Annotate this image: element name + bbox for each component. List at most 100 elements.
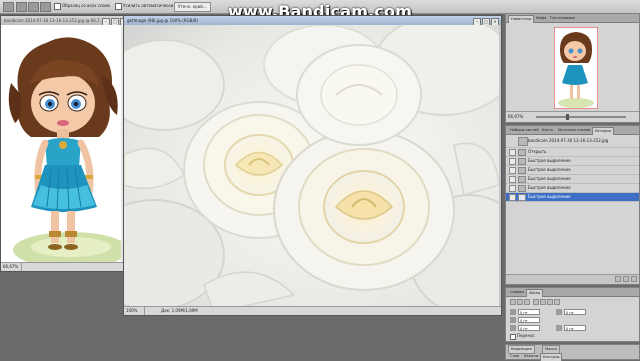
new-selection-icon[interactable]: [16, 2, 27, 12]
history-brush-source-icon[interactable]: [509, 176, 516, 183]
tab-history[interactable]: История: [592, 127, 614, 135]
history-item[interactable]: Открыть: [506, 148, 639, 157]
doc-window-left[interactable]: bandicam 2014-07-30 13-16-13-252.jpg @ 6…: [0, 15, 131, 272]
history-snapshot-label: bandicam 2014-07-30 13-16-13-252.jpg: [528, 138, 609, 143]
history-item[interactable]: Быстрое выделение: [506, 157, 639, 166]
justify-center-icon[interactable]: [540, 299, 546, 305]
rose-canvas[interactable]: [124, 25, 499, 306]
justify-all-icon[interactable]: [554, 299, 560, 305]
indent-left-field[interactable]: 0 пт: [518, 309, 540, 315]
maximize-icon[interactable]: □: [482, 18, 490, 25]
history-brush-source-icon[interactable]: [509, 185, 516, 192]
history-item[interactable]: Быстрое выделение: [506, 175, 639, 184]
quick-selection-icon: [518, 167, 526, 174]
doll-canvas[interactable]: [1, 25, 130, 263]
minimize-icon[interactable]: –: [102, 18, 110, 25]
doc-status-main: 100% Док: 1,09M/1,09M: [124, 306, 501, 315]
history-brush-source-icon[interactable]: [509, 149, 516, 156]
auto-enhance-checkbox[interactable]: [115, 3, 122, 10]
tab-histogram[interactable]: Гистограмма: [548, 15, 577, 22]
align-center-icon[interactable]: [517, 299, 523, 305]
quick-selection-icon: [518, 185, 526, 192]
navigator-panel: Навигатор Инфо Гистограмма 66,67%: [505, 13, 640, 123]
maximize-icon[interactable]: □: [111, 18, 119, 25]
snapshot-thumbnail-icon: [518, 137, 528, 146]
hyphenation-checkbox[interactable]: [510, 334, 516, 340]
navigator-zoom-value[interactable]: 66,67%: [508, 114, 523, 119]
doc-info-main: Док: 1,09M/1,09M: [161, 308, 198, 313]
history-item-label: Быстрое выделение: [528, 158, 571, 163]
align-right-icon[interactable]: [524, 299, 530, 305]
tab-paragraph[interactable]: Абзац: [526, 289, 544, 297]
minimize-icon[interactable]: –: [473, 18, 481, 25]
justify-right-icon[interactable]: [547, 299, 553, 305]
history-tabs: Наборы кистей Кисть Источник клонов Исто…: [506, 126, 639, 135]
refine-edge-button[interactable]: Уточн. край...: [174, 2, 211, 12]
new-document-icon[interactable]: [623, 276, 629, 282]
collapsed-panels: Коррекция Маски Слои Каналы Контуры: [505, 344, 640, 361]
history-item[interactable]: Быстрое выделение: [506, 193, 639, 202]
tab-brush-presets[interactable]: Наборы кистей: [508, 127, 541, 134]
history-item[interactable]: Быстрое выделение: [506, 184, 639, 193]
quick-selection-icon: [518, 176, 526, 183]
tab-brush[interactable]: Кисть: [540, 127, 555, 134]
quick-selection-icon: [518, 158, 526, 165]
window-controls-main: – □ ×: [472, 17, 499, 25]
first-line-indent-field[interactable]: 0 пт: [518, 317, 540, 323]
tab-info[interactable]: Инфо: [534, 15, 548, 22]
rose-image: [124, 25, 499, 306]
history-item-label: Быстрое выделение: [528, 185, 571, 190]
tab-character[interactable]: Символ: [508, 289, 526, 296]
doc-title-main-text: getImage (98).jpg @ 100% (RGB/8): [127, 18, 198, 23]
paragraph-panel: Символ Абзац 0 пт 0 пт 0 пт 0 пт 0 пт Пе…: [505, 287, 640, 342]
history-item-label: Быстрое выделение: [528, 176, 571, 181]
indent-left-icon: [510, 309, 516, 315]
align-left-icon[interactable]: [510, 299, 516, 305]
doc-info-left: [22, 264, 38, 269]
close-icon[interactable]: ×: [491, 18, 499, 25]
navigator-zoom-handle[interactable]: [566, 114, 569, 120]
space-after-field[interactable]: 0 пт: [564, 325, 586, 331]
sample-all-layers-label: Образец со всех слоев: [62, 3, 110, 8]
history-item-label: Быстрое выделение: [528, 194, 571, 199]
open-document-icon: [518, 149, 526, 156]
justify-left-icon[interactable]: [533, 299, 539, 305]
history-brush-source-icon[interactable]: [509, 167, 516, 174]
zoom-field-main[interactable]: 100%: [124, 307, 145, 315]
history-item-label: Открыть: [528, 149, 547, 154]
hyphenation-label: Перенос: [517, 333, 535, 338]
sample-all-layers-checkbox[interactable]: [54, 3, 61, 10]
tab-channels[interactable]: Каналы: [522, 353, 540, 360]
navigator-thumbnail[interactable]: [554, 27, 598, 109]
subtract-selection-icon[interactable]: [40, 2, 51, 12]
new-snapshot-icon[interactable]: [615, 276, 621, 282]
doc-status-left: 66,67%: [1, 262, 130, 271]
doc-window-main[interactable]: getImage (98).jpg @ 100% (RGB/8) – □ × 1…: [123, 15, 502, 316]
tab-navigator[interactable]: Навигатор: [508, 15, 535, 23]
quick-selection-tool-icon[interactable]: [3, 2, 14, 12]
history-brush-source-icon[interactable]: [509, 194, 516, 201]
auto-enhance-label: Усилить автоматически: [123, 3, 174, 8]
history-item[interactable]: Быстрое выделение: [506, 166, 639, 175]
tab-clone-source[interactable]: Источник клонов: [556, 127, 592, 134]
trash-icon[interactable]: [631, 276, 637, 282]
history-snapshot[interactable]: bandicam 2014-07-30 13-16-13-252.jpg: [506, 135, 639, 148]
space-before-field[interactable]: 0 пт: [518, 325, 540, 331]
navigator-zoom-row: 66,67%: [506, 111, 639, 122]
history-panel: Наборы кистей Кисть Источник клонов Исто…: [505, 125, 640, 285]
doc-title-left-text: bandicam 2014-07-30 13-16-13-252.jpg @ 6…: [4, 18, 104, 23]
first-line-indent-icon: [510, 317, 516, 323]
tab-layers[interactable]: Слои: [508, 353, 521, 360]
navigator-zoom-slider[interactable]: [536, 116, 626, 118]
doc-title-main[interactable]: getImage (98).jpg @ 100% (RGB/8) – □ ×: [124, 16, 501, 25]
doc-title-left[interactable]: bandicam 2014-07-30 13-16-13-252.jpg @ 6…: [1, 16, 130, 25]
indent-right-field[interactable]: 0 пт: [564, 309, 586, 315]
history-item-label: Быстрое выделение: [528, 167, 571, 172]
paragraph-tabs: Символ Абзац: [506, 288, 639, 297]
zoom-field-left[interactable]: 66,67%: [1, 263, 22, 271]
history-brush-source-icon[interactable]: [509, 158, 516, 165]
history-footer: [506, 274, 639, 284]
navigator-tabs: Навигатор Инфо Гистограмма: [506, 14, 639, 23]
add-selection-icon[interactable]: [28, 2, 39, 12]
quick-selection-icon: [518, 194, 526, 201]
